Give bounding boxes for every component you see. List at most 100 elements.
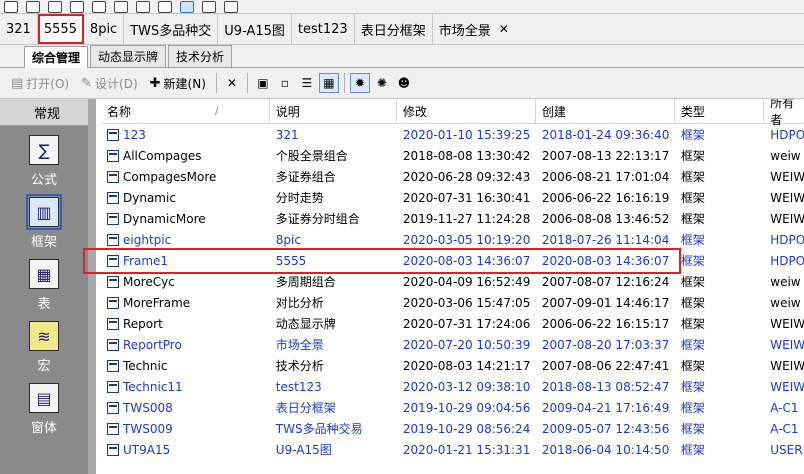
- table-row[interactable]: TWS008 表日分框架 2019-10-29 09:04:56 2009-04-21…: [101, 397, 804, 418]
- table-row[interactable]: Technic 技术分析 2020-08-03 14:21:17 2007-08-06…: [101, 355, 804, 376]
- table-row[interactable]: Frame1 5555 2020-08-03 14:36:07 2020-08-03 …: [101, 250, 804, 271]
- column-header-label: 名称: [107, 104, 132, 119]
- cell-name: MoreCyc: [101, 275, 270, 289]
- options-gear-icon[interactable]: ✺: [372, 73, 392, 93]
- table-row[interactable]: ReportPro 市场全景 2020-07-20 10:50:39 2007-08-…: [101, 334, 804, 355]
- table-row[interactable]: eightpic 8pic 2020-03-05 10:19:20 2018-07-2…: [101, 229, 804, 250]
- frame-file-icon: [107, 191, 119, 204]
- cell-created: 2007-08-20 17:03:37: [541, 337, 670, 352]
- cell-created: 2006-06-22 16:16:19: [541, 190, 670, 205]
- cell-name-text: UT9A15: [123, 442, 171, 457]
- column-header-owner[interactable]: 所有者: [764, 99, 804, 127]
- cell-type: 框架: [680, 380, 705, 394]
- doc-tab-5555[interactable]: 5555: [37, 14, 84, 44]
- table-row[interactable]: AllCompages 个股全景组合 2018-08-08 13:30:42 2007…: [101, 145, 804, 166]
- doc-tab-321[interactable]: 321: [0, 14, 38, 44]
- cell-type: 框架: [680, 212, 705, 226]
- draw-curve-icon[interactable]: [224, 0, 238, 13]
- table-row[interactable]: Dynamic 分时走势 2020-07-31 16:30:41 2006-06-22…: [101, 187, 804, 208]
- cell-type: 框架: [680, 317, 705, 331]
- user-profile-icon[interactable]: ☻: [394, 73, 414, 93]
- home-icon[interactable]: [4, 0, 18, 13]
- open-button[interactable]: ▤ 打开(O): [6, 72, 74, 94]
- tab-technical-analysis[interactable]: 技术分析: [168, 45, 233, 67]
- tab-dynamic-board[interactable]: 动态显示牌: [90, 45, 167, 67]
- pointer-icon[interactable]: [180, 0, 194, 13]
- toolbar-divider: [215, 73, 217, 93]
- frame-file-icon: [107, 254, 119, 267]
- column-header-modified[interactable]: 修改: [397, 99, 536, 123]
- settings-gear-icon[interactable]: ✹: [349, 73, 370, 93]
- nav-item-macro[interactable]: ≋ 宏: [0, 321, 88, 374]
- column-header-description[interactable]: 说明: [270, 99, 397, 123]
- nav-item-label: 框架: [30, 235, 57, 250]
- cell-created: 2009-04-21 17:16:49: [541, 400, 670, 415]
- details-view-icon[interactable]: ▦: [318, 73, 339, 93]
- cell-name-text: 123: [123, 127, 146, 142]
- tab-general-management[interactable]: 综合管理: [24, 46, 89, 68]
- nav-item-table[interactable]: ▦ 表: [0, 259, 88, 312]
- small-icons-view-icon[interactable]: ▫: [275, 73, 295, 93]
- frame-file-icon: [107, 401, 119, 414]
- cell-created: 2006-08-21 17:01:04: [541, 169, 670, 184]
- cell-name-text: TWS008: [123, 400, 173, 415]
- doc-tab-8pic[interactable]: 8pic: [84, 14, 125, 44]
- table-row[interactable]: TWS009 TWS多品种交易 2019-10-29 08:56:24 2009-05…: [101, 418, 804, 439]
- cell-name-text: ReportPro: [123, 337, 182, 352]
- list-view-icon[interactable]: ☰: [297, 73, 317, 93]
- edit-icon[interactable]: [26, 0, 40, 13]
- design-button[interactable]: ✎ 设计(D): [76, 72, 143, 94]
- new-button[interactable]: ✚ 新建(N): [145, 72, 211, 94]
- cell-description: 动态显示牌: [275, 317, 336, 331]
- close-icon[interactable]: ✕: [499, 22, 509, 36]
- cell-name-text: MoreFrame: [123, 295, 191, 310]
- doc-tab-tws[interactable]: TWS多品种交: [124, 14, 219, 44]
- doc-tab-u9-a15[interactable]: U9-A15图: [218, 14, 292, 44]
- nav-item-form[interactable]: ▤ 窗体: [0, 383, 88, 436]
- nav-item-frame[interactable]: ▥ 框架: [0, 194, 88, 250]
- clock-icon[interactable]: [92, 0, 106, 13]
- column-header-created[interactable]: 创建: [536, 99, 675, 123]
- table-row[interactable]: Technic11 test123 2020-03-12 09:38:10 2018-…: [101, 376, 804, 397]
- cell-owner: WEIW: [770, 337, 804, 352]
- table-row[interactable]: 123 321 2020-01-10 15:39:25 2018-01-24 09:3…: [101, 124, 804, 145]
- table-row[interactable]: MoreFrame 对比分析 2020-03-06 15:47:05 2007-09-…: [101, 292, 804, 313]
- doc-tab-biaori[interactable]: 表日分框架: [355, 14, 433, 44]
- draw-line-icon[interactable]: [202, 0, 216, 13]
- delete-icon[interactable]: ✕: [222, 73, 242, 93]
- cell-description: 技术分析: [275, 359, 324, 373]
- gear-icon[interactable]: [158, 0, 172, 13]
- left-panel-scrollbar[interactable]: [88, 99, 96, 474]
- sort-indicator-icon: /: [215, 105, 219, 117]
- large-icons-view-icon[interactable]: ▣: [253, 73, 273, 93]
- refresh-icon[interactable]: [136, 0, 150, 13]
- cell-description: TWS多品种交易: [275, 422, 363, 436]
- new-button-label: 新建(N): [163, 76, 206, 91]
- macro-icon: ≋: [29, 321, 59, 351]
- table-row[interactable]: UT9A15 U9-A15图 2020-01-21 15:31:31 2018-06-…: [101, 439, 804, 460]
- doc-tab-test123[interactable]: test123: [292, 14, 355, 44]
- save-icon[interactable]: [48, 0, 62, 13]
- cell-name: 123: [101, 128, 270, 142]
- layout-icon[interactable]: [70, 0, 84, 13]
- column-header-type[interactable]: 类型: [675, 99, 765, 123]
- cell-type: 框架: [680, 443, 705, 457]
- cell-name: Technic: [101, 359, 270, 373]
- doc-tab-market[interactable]: 市场全景 ✕: [433, 14, 515, 44]
- frame-file-icon: [107, 380, 119, 393]
- column-header-name[interactable]: 名称 /: [101, 99, 270, 123]
- table-row[interactable]: CompagesMore 多证券组合 2020-06-28 09:32:43 2006…: [101, 166, 804, 187]
- cell-type: 框架: [680, 401, 705, 415]
- cell-description: 8pic: [275, 232, 301, 247]
- help-icon[interactable]: [114, 0, 128, 13]
- cell-type: 框架: [680, 254, 705, 268]
- table-row[interactable]: MoreCyc 多周期组合 2020-04-09 16:52:49 2007-08-0…: [101, 271, 804, 292]
- cell-description: 多证券组合: [275, 170, 336, 184]
- cell-type: 框架: [680, 170, 705, 184]
- frame-file-icon: [107, 422, 119, 435]
- doc-tab-label: test123: [297, 21, 348, 37]
- table-row[interactable]: DynamicMore 多证券分时组合 2019-11-27 11:24:28 200…: [101, 208, 804, 229]
- cell-modified: 2019-10-29 09:04:56: [402, 400, 531, 415]
- table-row[interactable]: Report 动态显示牌 2020-07-31 17:24:06 2006-06-22…: [101, 313, 804, 334]
- nav-item-formula[interactable]: ∑ 公式: [0, 135, 88, 188]
